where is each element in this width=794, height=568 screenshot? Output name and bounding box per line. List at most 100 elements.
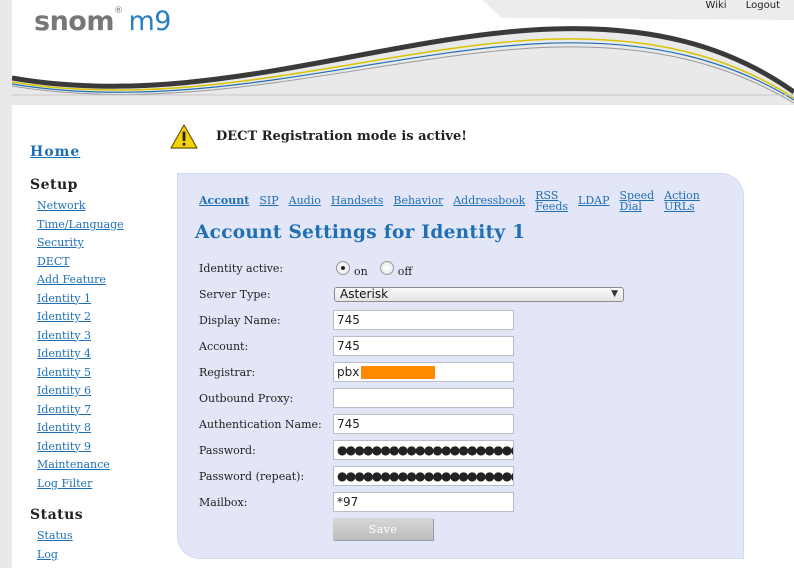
tab-ldap[interactable]: LDAP xyxy=(578,190,609,206)
sidebar-item-identity-1[interactable]: Identity 1 xyxy=(37,290,170,309)
sidebar-item-status[interactable]: Status xyxy=(37,527,170,546)
sidebar-item-identity-8[interactable]: Identity 8 xyxy=(37,419,170,438)
tab-rss-feeds[interactable]: RSS Feeds xyxy=(535,190,568,212)
settings-tabs: Account SIP Audio Handsets Behavior Addr… xyxy=(199,190,710,212)
tab-label-line2: Feeds xyxy=(535,200,569,213)
password-repeat-label: Password (repeat): xyxy=(199,469,305,483)
tab-label: LDAP xyxy=(578,194,610,207)
tab-label: Account xyxy=(199,194,250,207)
sidebar-item-identity-7[interactable]: Identity 7 xyxy=(37,401,170,420)
chevron-down-icon: ▼ xyxy=(611,289,618,299)
tab-label: SIP xyxy=(259,194,279,207)
identity-active-off-radio[interactable] xyxy=(379,261,394,275)
registrar-value: pbx xyxy=(337,365,360,379)
auth-name-input[interactable]: 745 xyxy=(333,414,514,434)
sidebar-item-identity-4[interactable]: Identity 4 xyxy=(37,345,170,364)
outbound-proxy-input[interactable] xyxy=(333,388,514,408)
identity-active-radios: on off xyxy=(336,259,424,278)
sidebar-item-log-filter[interactable]: Log Filter xyxy=(37,475,170,494)
auth-name-row: Authentication Name: 745 xyxy=(199,413,514,435)
dect-alert: DECT Registration mode is active! xyxy=(170,122,467,150)
password-repeat-row: Password (repeat): ●●●●●●●●●●●●●●●●●●●●●… xyxy=(199,465,514,487)
server-type-row: Server Type: Asterisk ▼ xyxy=(199,283,624,305)
password-input[interactable]: ●●●●●●●●●●●●●●●●●●●●●● xyxy=(333,440,514,460)
registrar-row: Registrar: pbx xyxy=(199,361,514,383)
setup-nav: Network Time/Language Security DECT Add … xyxy=(30,197,170,493)
password-mask: ●●●●●●●●●●●●●●●●●●●●●● xyxy=(337,443,514,457)
tab-audio[interactable]: Audio xyxy=(289,190,321,206)
logo-brand: snom xyxy=(34,6,114,37)
sidebar-item-time-language[interactable]: Time/Language xyxy=(37,216,170,235)
server-type-value: Asterisk xyxy=(340,287,389,301)
password-label: Password: xyxy=(199,443,256,457)
sidebar-item-log[interactable]: Log xyxy=(37,546,170,565)
snom-logo: snom® m9 xyxy=(34,6,171,37)
save-button[interactable]: Save xyxy=(333,518,433,540)
display-name-input[interactable]: 745 xyxy=(333,310,514,330)
sidebar-item-identity-3[interactable]: Identity 3 xyxy=(37,327,170,346)
header: snom® m9 Wiki Logout xyxy=(12,0,794,105)
registered-mark: ® xyxy=(113,6,123,16)
tab-sip[interactable]: SIP xyxy=(259,190,278,206)
sidebar-item-identity-2[interactable]: Identity 2 xyxy=(37,308,170,327)
identity-active-on-radio[interactable] xyxy=(336,261,350,275)
mailbox-row: Mailbox: *97 xyxy=(199,491,514,513)
display-name-row: Display Name: 745 xyxy=(199,309,514,331)
tab-account[interactable]: Account xyxy=(199,190,249,206)
account-row: Account: 745 xyxy=(199,335,514,357)
mailbox-label: Mailbox: xyxy=(199,495,248,509)
identity-active-on-label: on xyxy=(354,264,368,278)
status-nav: Status Log xyxy=(30,527,170,564)
tab-label: Behavior xyxy=(393,194,444,207)
password-repeat-input[interactable]: ●●●●●●●●●●●●●●●●●●●●●● xyxy=(333,466,514,486)
registrar-input[interactable]: pbx xyxy=(333,362,514,382)
redaction-box xyxy=(361,365,436,379)
password-repeat-mask: ●●●●●●●●●●●●●●●●●●●●●● xyxy=(337,469,514,483)
sidebar-home-link[interactable]: Home xyxy=(30,144,170,160)
tab-behavior[interactable]: Behavior xyxy=(393,190,443,206)
setup-section-title: Setup xyxy=(30,177,78,193)
status-section-title: Status xyxy=(30,507,84,523)
alert-text: DECT Registration mode is active! xyxy=(216,128,467,144)
sidebar-item-identity-6[interactable]: Identity 6 xyxy=(37,382,170,401)
identity-active-row: Identity active: on off xyxy=(199,257,424,279)
sidebar-item-identity-5[interactable]: Identity 5 xyxy=(37,364,170,383)
tab-action-urls[interactable]: Action URLs xyxy=(664,190,700,212)
password-row: Password: ●●●●●●●●●●●●●●●●●●●●●● xyxy=(199,439,514,461)
logout-link[interactable]: Logout xyxy=(746,0,780,11)
tab-label: Handsets xyxy=(330,194,384,207)
account-input[interactable]: 745 xyxy=(333,336,514,356)
warning-icon xyxy=(170,123,198,149)
sidebar-item-security[interactable]: Security xyxy=(37,234,170,253)
wiki-link[interactable]: Wiki xyxy=(706,0,727,11)
mailbox-input[interactable]: *97 xyxy=(333,492,514,512)
account-label: Account: xyxy=(199,339,249,353)
display-name-label: Display Name: xyxy=(199,313,281,327)
server-type-select[interactable]: Asterisk ▼ xyxy=(334,286,624,302)
server-type-label: Server Type: xyxy=(199,287,271,301)
sidebar-item-dect[interactable]: DECT xyxy=(37,253,170,272)
tab-label-line2: URLs xyxy=(664,200,695,213)
tab-label: Addressbook xyxy=(453,194,526,207)
tab-handsets[interactable]: Handsets xyxy=(331,190,384,206)
outbound-proxy-row: Outbound Proxy: xyxy=(199,387,514,409)
sidebar-item-identity-9[interactable]: Identity 9 xyxy=(37,438,170,457)
page-title: Account Settings for Identity 1 xyxy=(195,222,526,243)
identity-active-label: Identity active: xyxy=(199,261,284,275)
top-links: Wiki Logout xyxy=(690,0,780,11)
identity-active-off-label: off xyxy=(397,264,413,278)
outbound-proxy-label: Outbound Proxy: xyxy=(199,391,294,405)
auth-name-label: Authentication Name: xyxy=(199,417,322,431)
logo-model: m9 xyxy=(128,6,171,37)
sidebar-item-maintenance[interactable]: Maintenance xyxy=(37,456,170,475)
page: snom® m9 Wiki Logout Home Setup Network T… xyxy=(12,0,794,568)
sidebar-item-add-feature[interactable]: Add Feature xyxy=(37,271,170,290)
sidebar-item-network[interactable]: Network xyxy=(37,197,170,216)
account-settings-panel: Account SIP Audio Handsets Behavior Addr… xyxy=(178,174,743,558)
tab-label: Audio xyxy=(288,194,321,207)
tab-speed-dial[interactable]: Speed Dial xyxy=(620,190,655,212)
tab-addressbook[interactable]: Addressbook xyxy=(453,190,525,206)
tab-label-line2: Dial xyxy=(619,200,642,213)
sidebar: Home Setup Network Time/Language Securit… xyxy=(30,144,170,564)
registrar-label: Registrar: xyxy=(199,365,256,379)
